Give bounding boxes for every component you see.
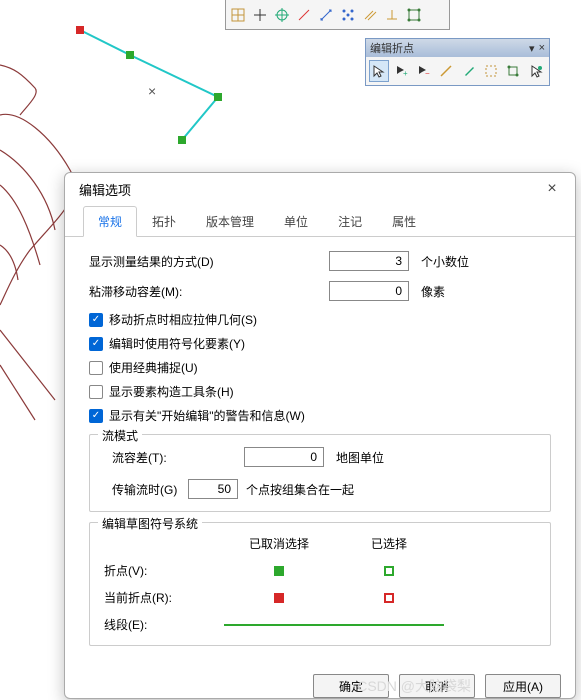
sticky-tolerance-input[interactable] — [329, 281, 409, 301]
sketch-pen-icon[interactable] — [459, 60, 479, 82]
watermark: CSDN @大脑袋梨 — [357, 676, 471, 696]
sketch-group-title: 编辑草图符号系统 — [98, 515, 202, 532]
tab-attribute[interactable]: 属性 — [377, 206, 431, 237]
stream-tolerance-input[interactable] — [244, 447, 324, 467]
editing-options-dialog: 编辑选项 × 常规 拓扑 版本管理 单位 注记 属性 显示测量结果的方式(D) … — [64, 172, 576, 699]
toolbar-perp-icon[interactable] — [382, 5, 402, 25]
tab-general[interactable]: 常规 — [83, 206, 137, 237]
edit-vertices-titlebar[interactable]: 编辑折点 ▾ × — [366, 39, 549, 57]
segment-label: 线段(E): — [104, 616, 224, 633]
deselected-header: 已取消选择 — [224, 535, 334, 552]
toolbar-scatter-icon[interactable] — [338, 5, 358, 25]
toolbar-scale-icon[interactable] — [316, 5, 336, 25]
select-box-icon[interactable] — [481, 60, 501, 82]
toolbar-close-icon[interactable]: × — [539, 42, 545, 55]
stream-mode-group: 流模式 流容差(T): 地图单位 传输流时(G) 个点按组集合在一起 — [89, 434, 551, 512]
use-classic-checkbox[interactable] — [89, 361, 103, 375]
dialog-button-row: 确定 取消 应用(A) — [65, 664, 575, 698]
toolbar-crosshair-icon[interactable] — [250, 5, 270, 25]
current-vertex-deselected-swatch[interactable] — [274, 593, 284, 603]
svg-text:−: − — [425, 69, 430, 78]
group-together-label: 个点按组集合在一起 — [246, 481, 354, 498]
dialog-tabs: 常规 拓扑 版本管理 单位 注记 属性 — [65, 205, 575, 237]
segment-swatch[interactable] — [224, 624, 444, 626]
pointer-tool-icon[interactable] — [369, 60, 389, 82]
toolbar-target-icon[interactable] — [272, 5, 292, 25]
tab-version[interactable]: 版本管理 — [191, 206, 269, 237]
topology-icon[interactable] — [503, 60, 523, 82]
close-button[interactable]: × — [537, 180, 567, 198]
display-result-label: 显示测量结果的方式(D) — [89, 253, 329, 270]
use-symbology-label: 编辑时使用符号化要素(Y) — [109, 335, 245, 352]
use-classic-label: 使用经典捕捉(U) — [109, 359, 198, 376]
add-vertex-icon[interactable]: + — [391, 60, 411, 82]
transfer-count-input[interactable] — [188, 479, 238, 499]
toolbar-grid-icon[interactable] — [228, 5, 248, 25]
svg-text:×: × — [148, 83, 156, 99]
toolbar-topo-icon[interactable] — [404, 5, 424, 25]
current-vertex-selected-swatch[interactable] — [384, 593, 394, 603]
stream-tol-label: 流容差(T): — [104, 449, 244, 466]
dialog-title: 编辑选项 — [79, 180, 131, 199]
vertex-label: 折点(V): — [104, 562, 224, 579]
sketch-line-icon[interactable] — [436, 60, 456, 82]
stretch-geom-label: 移动折点时相应拉伸几何(S) — [109, 311, 257, 328]
apply-button[interactable]: 应用(A) — [485, 674, 561, 698]
show-construct-label: 显示要素构造工具条(H) — [109, 383, 234, 400]
stretch-geom-checkbox[interactable]: ✓ — [89, 313, 103, 327]
svg-text:+: + — [403, 69, 408, 78]
toolbar-dropdown-icon[interactable]: ▾ — [529, 42, 535, 55]
edit-vertices-title: 编辑折点 — [370, 40, 414, 56]
tab-annotation[interactable]: 注记 — [323, 206, 377, 237]
sticky-move-label: 粘滞移动容差(M): — [89, 283, 329, 300]
decimal-places-input[interactable] — [329, 251, 409, 271]
dialog-content: 显示测量结果的方式(D) 个小数位 粘滞移动容差(M): 像素 ✓ 移动折点时相… — [65, 237, 575, 664]
delete-vertex-icon[interactable]: − — [414, 60, 434, 82]
show-construct-checkbox[interactable] — [89, 385, 103, 399]
transfer-stream-label: 传输流时(G) — [104, 481, 188, 498]
toolbar-diag-icon[interactable] — [294, 5, 314, 25]
stream-group-title: 流模式 — [98, 427, 142, 444]
toolbar-parallel-icon[interactable] — [360, 5, 380, 25]
show-warnings-checkbox[interactable]: ✓ — [89, 409, 103, 423]
map-unit-label: 地图单位 — [336, 449, 384, 466]
decimal-unit-label: 个小数位 — [421, 253, 469, 270]
selected-header: 已选择 — [334, 535, 444, 552]
tab-topology[interactable]: 拓扑 — [137, 206, 191, 237]
current-vertex-label: 当前折点(R): — [104, 589, 224, 606]
vertex-deselected-swatch[interactable] — [274, 566, 284, 576]
show-warnings-label: 显示有关"开始编辑"的警告和信息(W) — [109, 407, 305, 424]
use-symbology-checkbox[interactable]: ✓ — [89, 337, 103, 351]
edit-vertices-toolbar[interactable]: 编辑折点 ▾ × + − — [365, 38, 550, 86]
pixel-unit-label: 像素 — [421, 283, 445, 300]
sketch-symbol-group: 编辑草图符号系统 已取消选择 已选择 折点(V): 当前折点(R): 线段( — [89, 522, 551, 646]
tab-unit[interactable]: 单位 — [269, 206, 323, 237]
vertex-selected-swatch[interactable] — [384, 566, 394, 576]
main-toolbar-fragment — [225, 0, 450, 30]
dialog-titlebar[interactable]: 编辑选项 × — [65, 173, 575, 205]
finish-sketch-icon[interactable] — [526, 60, 546, 82]
